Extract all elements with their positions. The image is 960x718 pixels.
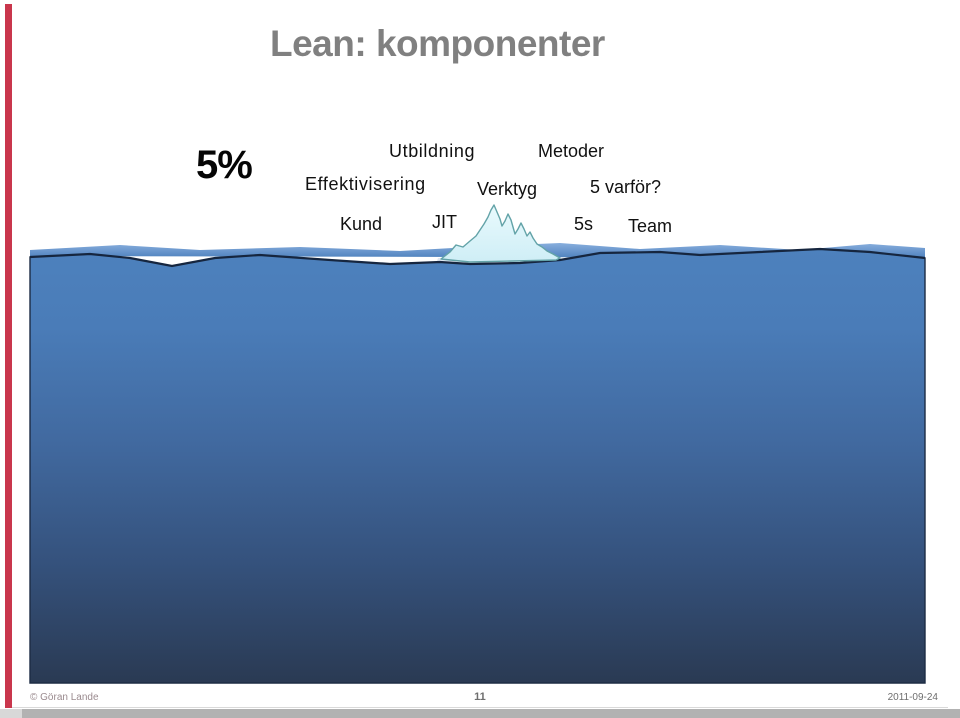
- iceberg-diagram: [29, 204, 926, 684]
- footer-divider: [12, 707, 948, 708]
- bottom-strip-cap: [0, 709, 22, 718]
- water-line: [29, 247, 926, 268]
- bottom-strip: [0, 709, 960, 718]
- component-label: Utbildning: [389, 141, 476, 161]
- component-label: Team: [628, 216, 673, 236]
- footer-page-number: 11: [474, 691, 486, 703]
- component-label: 5s: [574, 214, 594, 234]
- wave-band: [30, 243, 925, 258]
- component-label: JIT: [432, 212, 457, 232]
- slide-canvas: Lean: komponenter 5% Utbildning Metoder Ef…: [0, 0, 960, 718]
- percent-label: 5%: [196, 143, 253, 187]
- left-accent-bar: [5, 4, 12, 708]
- iceberg-tip: [440, 204, 561, 263]
- footer-date: 2011-09-24: [887, 692, 938, 703]
- ocean-body: [29, 248, 926, 684]
- component-label: 5 varför?: [590, 177, 662, 197]
- iceberg-submerged-shape: [392, 258, 600, 640]
- component-label: Kund: [340, 214, 383, 234]
- page-title: Lean: komponenter: [270, 23, 605, 64]
- component-label: Verktyg: [477, 179, 538, 199]
- component-label: Metoder: [538, 141, 605, 161]
- component-label: Effektivisering: [305, 174, 426, 194]
